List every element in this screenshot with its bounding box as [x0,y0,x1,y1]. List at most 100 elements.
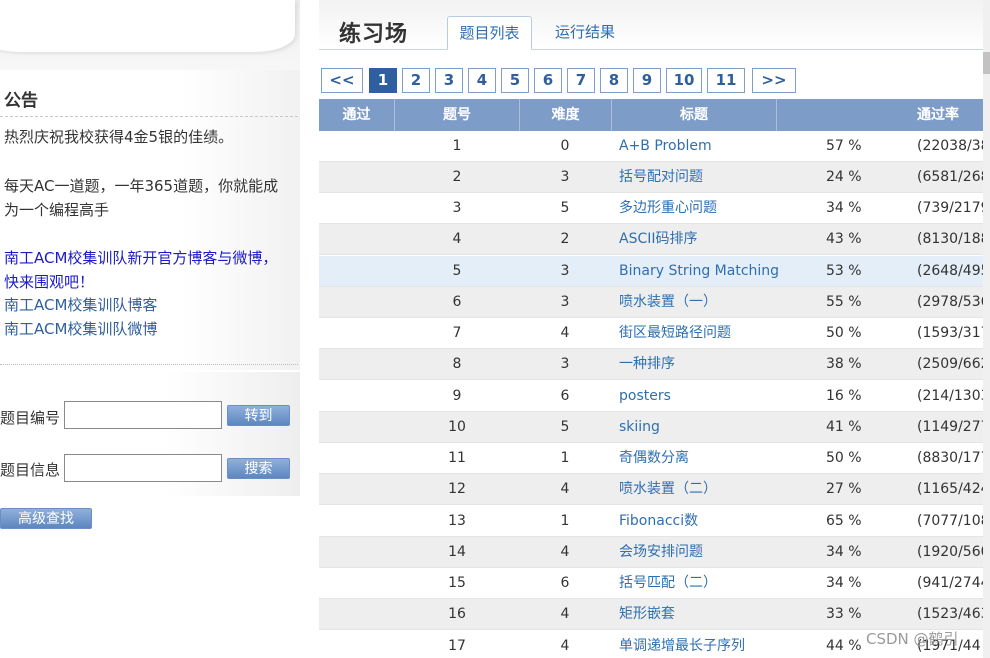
problem-pass-count: (1523/463 [917,606,990,622]
table-row: 6 3 喷水装置（一） 55 % (2978/536 [319,287,990,318]
pager-page-10[interactable]: 10 [666,68,702,93]
problem-title-link[interactable]: Fibonacci数 [619,506,698,537]
problem-id: 7 [452,325,462,341]
problem-pass-rate: 43 % [826,231,862,247]
problem-pass-count: (7077/108 [917,513,990,529]
problem-id-input[interactable] [64,401,222,429]
problem-title-link[interactable]: Binary String Matching [619,256,779,287]
problem-difficulty: 4 [560,638,570,654]
problem-difficulty: 4 [560,606,570,622]
problem-table-header: 通过 题号 难度 标题 通过率 [319,99,983,131]
pager-page-2[interactable]: 2 [402,68,430,93]
page-scrollbar[interactable] [983,0,990,658]
problem-title-link[interactable]: skiing [619,412,660,443]
problem-pass-rate: 44 % [826,638,862,654]
problem-title-link[interactable]: 矩形嵌套 [619,599,675,630]
problem-info-input[interactable] [64,454,222,482]
problem-id: 6 [452,294,462,310]
pager-page-6[interactable]: 6 [534,68,562,93]
notice-motto-line2: 为一个编程高手 [4,201,110,219]
problem-pass-count: (6581/268 [917,169,990,185]
problem-title-link[interactable]: A+B Problem [619,131,712,162]
problem-id: 17 [448,638,466,654]
watermark-text: CSDN @鹤引 [866,630,959,648]
problem-pass-count: (22038/38 [917,138,990,154]
goto-button[interactable]: 转到 [227,405,290,426]
problem-title-link[interactable]: 括号配对问题 [619,162,703,193]
col-header-difficulty[interactable]: 难度 [520,99,612,131]
table-row: 16 4 矩形嵌套 33 % (1523/463 [319,599,990,630]
problem-title-link[interactable]: 多边形重心问题 [619,193,717,224]
problem-pass-rate: 65 % [826,513,862,529]
table-row: 13 1 Fibonacci数 65 % (7077/108 [319,506,990,537]
problem-title-link[interactable]: 一种排序 [619,349,675,380]
problem-id: 13 [448,513,466,529]
problem-difficulty: 3 [560,356,570,372]
pager-page-8[interactable]: 8 [600,68,628,93]
problem-title-link[interactable]: 单调递增最长子序列 [619,631,745,658]
col-header-passed[interactable]: 通过 [319,99,395,131]
pager-prev-button[interactable]: << [321,68,363,93]
problem-pass-rate: 55 % [826,294,862,310]
problem-title-link[interactable]: 喷水装置（二） [619,474,717,505]
problem-difficulty: 5 [560,419,570,435]
notice-blog-announce-line1: 南工ACM校集训队新开官方博客与微博， [4,249,278,267]
notice-motto-line1: 每天AC一道题，一年365道题，你就能成 [4,177,279,195]
table-row: 14 4 会场安排问题 34 % (1920/560 [319,537,990,568]
problem-pass-rate: 33 % [826,606,862,622]
problem-difficulty: 4 [560,325,570,341]
pager-page-4[interactable]: 4 [468,68,496,93]
problem-pass-rate: 38 % [826,356,862,372]
col-header-title[interactable]: 标题 [612,99,777,131]
problem-pass-rate: 57 % [826,138,862,154]
problem-pass-count: (2509/662 [917,356,990,372]
problem-id-label: 题目编号 [0,409,61,427]
col-header-id[interactable]: 题号 [395,99,520,131]
problem-pass-rate: 50 % [826,450,862,466]
problem-pass-count: (8130/188 [917,231,990,247]
pager-page-9[interactable]: 9 [633,68,661,93]
problem-pass-count: (1920/560 [917,544,990,560]
pager-page-11[interactable]: 11 [707,68,745,93]
table-row: 7 4 街区最短路径问题 50 % (1593/317 [319,318,990,349]
problem-id: 4 [452,231,462,247]
problem-id: 8 [452,356,462,372]
problem-difficulty: 3 [560,263,570,279]
pager-page-5[interactable]: 5 [501,68,529,93]
scrollbar-thumb[interactable] [983,52,990,74]
top-bar: 练习场 题目列表 运行结果 [319,0,990,50]
tab-run-results[interactable]: 运行结果 [544,16,626,50]
problem-title-link[interactable]: 奇偶数分离 [619,443,689,474]
table-row: 1 0 A+B Problem 57 % (22038/38 [319,131,990,162]
table-row: 4 2 ASCII码排序 43 % (8130/188 [319,224,990,255]
col-header-pass-rate[interactable]: 通过率 [777,99,983,131]
tab-problem-list[interactable]: 题目列表 [447,16,532,50]
team-weibo-link[interactable]: 南工ACM校集训队微博 [4,317,296,341]
problem-difficulty: 6 [560,388,570,404]
pager-next-button[interactable]: >> [752,68,796,93]
pager-page-1[interactable]: 1 [369,68,397,93]
problem-pass-count: (739/2179 [917,200,990,216]
problem-title-link[interactable]: posters [619,381,671,412]
problem-id: 11 [448,450,466,466]
sidebar-top-curve [0,0,295,52]
problem-title-link[interactable]: ASCII码排序 [619,224,698,255]
table-row: 3 5 多边形重心问题 34 % (739/2179 [319,193,990,224]
problem-pass-rate: 24 % [826,169,862,185]
problem-id: 9 [452,388,462,404]
problem-difficulty: 5 [560,200,570,216]
problem-title-link[interactable]: 括号匹配（二） [619,568,717,599]
pager-page-3[interactable]: 3 [435,68,463,93]
problem-pass-count: (214/1303 [917,388,990,404]
team-blog-link[interactable]: 南工ACM校集训队博客 [4,293,296,317]
problem-title-link[interactable]: 街区最短路径问题 [619,318,731,349]
problem-pass-rate: 34 % [826,200,862,216]
search-button[interactable]: 搜索 [227,458,290,479]
table-row: 9 6 posters 16 % (214/1303 [319,381,990,412]
problem-id: 5 [452,263,462,279]
problem-title-link[interactable]: 喷水装置（一） [619,287,717,318]
advanced-search-button[interactable]: 高级查找 [0,508,92,529]
pager-page-7[interactable]: 7 [567,68,595,93]
problem-id: 14 [448,544,466,560]
problem-title-link[interactable]: 会场安排问题 [619,537,703,568]
